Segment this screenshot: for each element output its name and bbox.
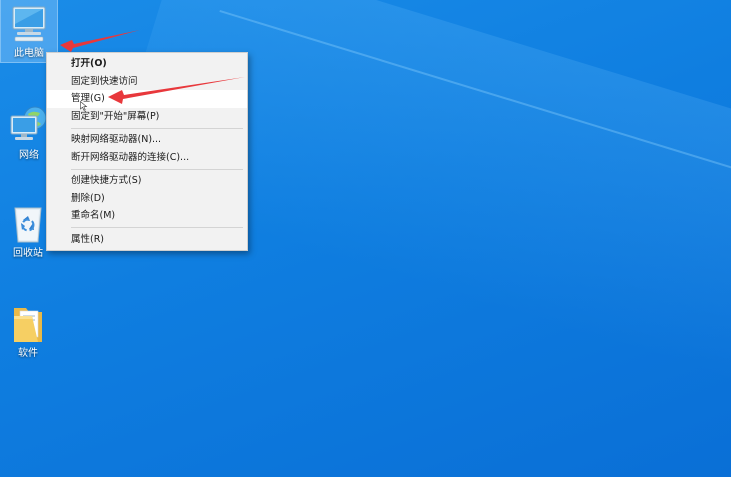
menu-separator [71,127,243,129]
desktop-icon-label: 软件 [18,348,38,359]
desktop[interactable]: 此电脑 网络 回收站 软件 打开(O) 固定到快速访问 管理(G) 固定到"开始… [0,0,731,477]
menu-separator [71,168,243,170]
menu-item-properties[interactable]: 属性(R) [47,231,247,249]
wallpaper-light-streak [219,10,731,217]
menu-item-disconnect-network-drive[interactable]: 断开网络驱动器的连接(C)... [47,149,247,167]
recycle-bin-icon [14,207,42,243]
context-menu: 打开(O) 固定到快速访问 管理(G) 固定到"开始"屏幕(P) 映射网络驱动器… [46,52,248,251]
desktop-icon-software-folder[interactable]: 软件 [0,300,56,362]
menu-item-map-network-drive[interactable]: 映射网络驱动器(N)... [47,131,247,149]
menu-item-delete[interactable]: 删除(D) [47,190,247,208]
menu-item-pin-start[interactable]: 固定到"开始"屏幕(P) [47,108,247,126]
menu-item-rename[interactable]: 重命名(M) [47,207,247,225]
menu-separator [71,227,243,228]
network-icon [10,106,47,140]
mouse-cursor-icon [80,101,88,111]
folder-icon [14,308,42,342]
arrow-to-this-pc-icon [60,30,140,52]
menu-item-open[interactable]: 打开(O) [47,55,247,73]
computer-icon [12,6,46,42]
menu-item-manage[interactable]: 管理(G) [47,90,247,108]
menu-item-create-shortcut[interactable]: 创建快捷方式(S) [47,172,247,190]
menu-item-pin-quick-access[interactable]: 固定到快速访问 [47,73,247,91]
